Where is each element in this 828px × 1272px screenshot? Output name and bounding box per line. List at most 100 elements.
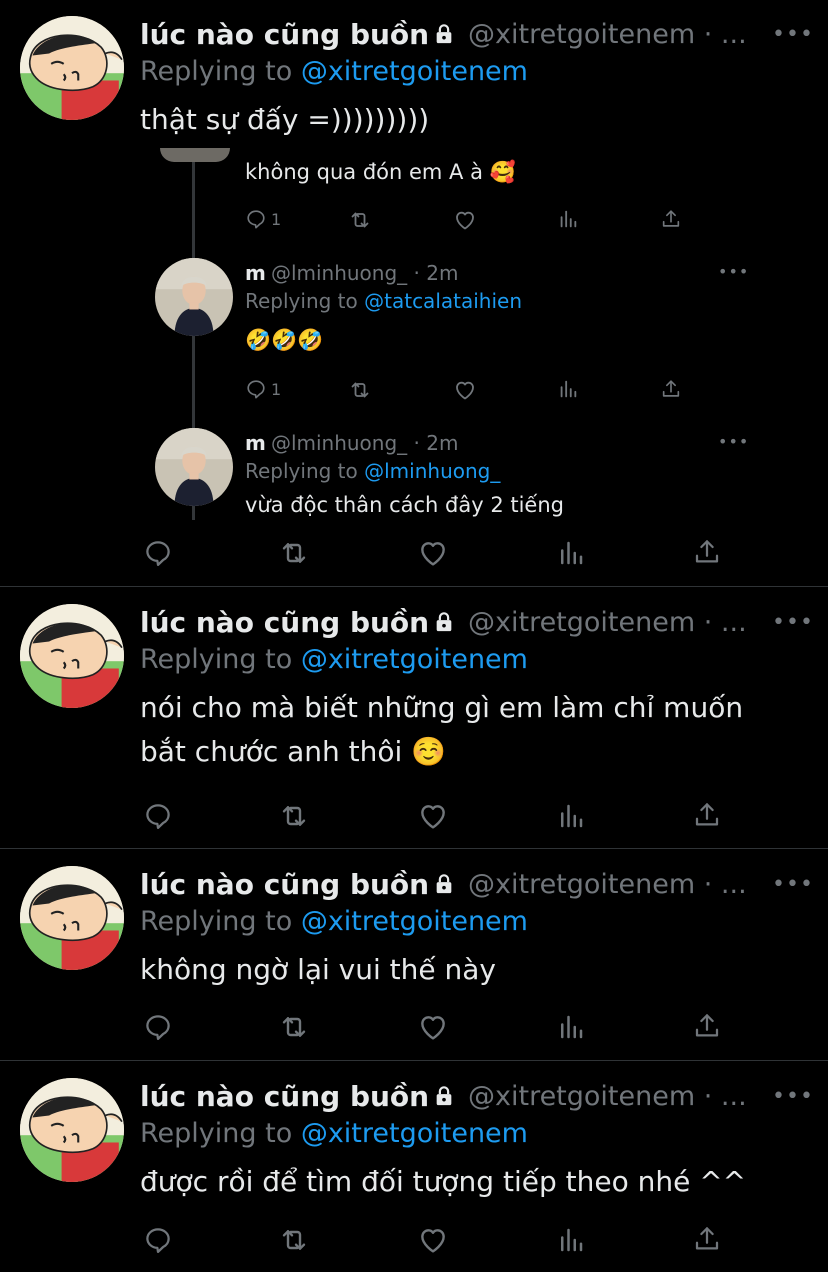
like-icon (417, 1224, 449, 1256)
retweet-icon (348, 208, 372, 232)
retweet-icon (278, 1224, 310, 1256)
reply-button[interactable] (143, 538, 173, 568)
more-icon[interactable]: ••• (718, 262, 749, 281)
like-button[interactable] (453, 378, 477, 402)
share-icon (660, 378, 682, 400)
display-name[interactable]: lúc nào cũng buồn (140, 606, 455, 639)
lock-icon (433, 873, 455, 895)
reply-button[interactable] (143, 1225, 173, 1255)
tweet-text: nói cho mà biết những gì em làm chỉ muốn (140, 691, 744, 724)
retweet-icon (278, 1011, 310, 1043)
reply-count: 1 (271, 209, 282, 229)
mention-link[interactable]: @xitretgoitenem (301, 1118, 528, 1149)
retweet-button[interactable] (278, 1011, 310, 1043)
analytics-button[interactable] (556, 538, 586, 568)
share-button[interactable] (692, 1011, 722, 1041)
share-button[interactable] (692, 800, 722, 830)
like-button[interactable] (453, 208, 477, 232)
like-button[interactable] (417, 537, 449, 569)
reply-button[interactable]: 1 (245, 378, 281, 400)
avatar[interactable] (20, 604, 124, 708)
reply-button[interactable]: 1 (245, 208, 281, 230)
display-name[interactable]: lúc nào cũng buồn (140, 1080, 455, 1113)
more-icon[interactable]: ••• (718, 432, 749, 451)
handle[interactable]: @lminhuong_ · 2m (271, 261, 459, 285)
retweet-button[interactable] (348, 378, 372, 402)
more-icon[interactable]: ••• (772, 610, 814, 635)
avatar[interactable] (20, 1078, 124, 1182)
analytics-button[interactable] (557, 378, 579, 400)
handle[interactable]: @xitretgoitenem · ... (468, 607, 747, 638)
like-button[interactable] (417, 800, 449, 832)
retweet-button[interactable] (278, 537, 310, 569)
avatar[interactable] (20, 866, 124, 970)
lock-icon (433, 1085, 455, 1107)
reply-button[interactable] (143, 801, 173, 831)
more-icon[interactable]: ••• (772, 872, 814, 897)
avatar-image (20, 604, 124, 708)
analytics-icon (557, 208, 579, 230)
reply-icon (143, 1012, 173, 1042)
reply-icon (245, 208, 267, 230)
replying-to: Replying to @tatcalataihien (245, 289, 522, 313)
reply-icon (143, 538, 173, 568)
like-icon (453, 208, 477, 232)
analytics-button[interactable] (556, 1225, 586, 1255)
analytics-button[interactable] (556, 801, 586, 831)
display-name[interactable]: m (245, 431, 266, 455)
handle[interactable]: @xitretgoitenem · ... (468, 1081, 747, 1112)
avatar[interactable] (160, 148, 230, 162)
avatar[interactable] (155, 428, 233, 506)
divider (0, 586, 828, 587)
like-icon (417, 1011, 449, 1043)
handle[interactable]: @xitretgoitenem · ... (468, 869, 747, 900)
retweet-button[interactable] (348, 208, 372, 232)
like-icon (417, 800, 449, 832)
reply-header: m @lminhuong_ · 2m (245, 431, 458, 455)
avatar[interactable] (155, 258, 233, 336)
mention-link[interactable]: @xitretgoitenem (301, 56, 528, 87)
share-button[interactable] (660, 208, 682, 230)
handle[interactable]: @lminhuong_ · 2m (271, 431, 459, 455)
handle[interactable]: @xitretgoitenem · ... (468, 19, 747, 50)
display-name[interactable]: lúc nào cũng buồn (140, 868, 455, 901)
avatar-image (20, 16, 124, 120)
retweet-button[interactable] (278, 800, 310, 832)
analytics-button[interactable] (556, 1012, 586, 1042)
analytics-button[interactable] (557, 208, 579, 230)
analytics-icon (556, 538, 586, 568)
tweet-text: vừa độc thân cách đây 2 tiếng (245, 493, 564, 517)
lock-icon (433, 611, 455, 633)
share-button[interactable] (692, 537, 722, 567)
like-icon (453, 378, 477, 402)
more-icon[interactable]: ••• (772, 1084, 814, 1109)
analytics-icon (556, 1225, 586, 1255)
share-icon (692, 800, 722, 830)
reply-icon (143, 801, 173, 831)
avatar-image (20, 1078, 124, 1182)
more-icon[interactable]: ••• (772, 22, 814, 47)
avatar-image (155, 258, 233, 336)
replying-to: Replying to @xitretgoitenem (140, 906, 528, 937)
reply-button[interactable] (143, 1012, 173, 1042)
like-button[interactable] (417, 1011, 449, 1043)
reply-count: 1 (271, 379, 282, 399)
mention-link[interactable]: @xitretgoitenem (301, 906, 528, 937)
avatar[interactable] (20, 16, 124, 120)
tweet-text: không qua đón em A à 🥰 (245, 160, 516, 184)
mention-link[interactable]: @lminhuong_ (364, 459, 500, 483)
replying-to: Replying to @xitretgoitenem (140, 56, 528, 87)
mention-link[interactable]: @xitretgoitenem (301, 644, 528, 675)
lock-icon (433, 23, 455, 45)
display-name[interactable]: m (245, 261, 266, 285)
share-button[interactable] (692, 1224, 722, 1254)
tweet-text: không ngờ lại vui thế này (140, 953, 497, 986)
analytics-icon (556, 801, 586, 831)
retweet-button[interactable] (278, 1224, 310, 1256)
like-icon (417, 537, 449, 569)
like-button[interactable] (417, 1224, 449, 1256)
mention-link[interactable]: @tatcalataihien (364, 289, 522, 313)
replying-to: Replying to @xitretgoitenem (140, 1118, 528, 1149)
display-name[interactable]: lúc nào cũng buồn (140, 18, 455, 51)
share-button[interactable] (660, 378, 682, 400)
